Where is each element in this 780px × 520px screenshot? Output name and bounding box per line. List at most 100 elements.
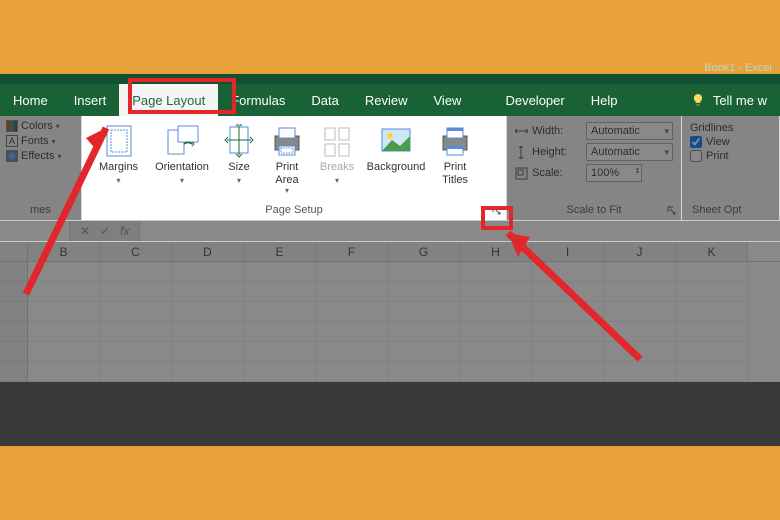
- tab-page-layout[interactable]: Page Layout: [119, 84, 218, 116]
- column-header[interactable]: I: [532, 242, 604, 261]
- cell[interactable]: [172, 342, 244, 362]
- cell[interactable]: [244, 342, 316, 362]
- cell[interactable]: [100, 362, 172, 382]
- cell[interactable]: [172, 262, 244, 282]
- cancel-icon[interactable]: ✕: [80, 224, 90, 238]
- cell[interactable]: [172, 362, 244, 382]
- formula-input[interactable]: [139, 221, 780, 241]
- column-header[interactable]: E: [244, 242, 316, 261]
- cell[interactable]: [676, 342, 748, 362]
- cell[interactable]: [316, 362, 388, 382]
- row-header[interactable]: [0, 302, 28, 322]
- row-header[interactable]: [0, 362, 28, 382]
- cell[interactable]: [172, 282, 244, 302]
- cell[interactable]: [604, 322, 676, 342]
- cell[interactable]: [532, 322, 604, 342]
- tab-data[interactable]: Data: [298, 84, 351, 116]
- cell[interactable]: [460, 262, 532, 282]
- row-header[interactable]: [0, 262, 28, 282]
- width-dropdown[interactable]: Automatic: [586, 122, 673, 140]
- column-header[interactable]: K: [676, 242, 748, 261]
- cell[interactable]: [604, 302, 676, 322]
- cell[interactable]: [676, 322, 748, 342]
- cell[interactable]: [316, 262, 388, 282]
- cell[interactable]: [172, 302, 244, 322]
- cell[interactable]: [460, 302, 532, 322]
- column-header[interactable]: D: [172, 242, 244, 261]
- cell[interactable]: [388, 342, 460, 362]
- size-button[interactable]: Size▾: [217, 122, 261, 195]
- fx-icon[interactable]: fx: [120, 224, 129, 238]
- row-header[interactable]: [0, 282, 28, 302]
- cell[interactable]: [676, 302, 748, 322]
- tab-help[interactable]: Help: [578, 84, 631, 116]
- tab-developer[interactable]: Developer: [492, 84, 577, 116]
- orientation-button[interactable]: Orientation▾: [149, 122, 215, 195]
- cell[interactable]: [100, 322, 172, 342]
- cell[interactable]: [532, 282, 604, 302]
- cell[interactable]: [244, 262, 316, 282]
- cell[interactable]: [388, 362, 460, 382]
- cell[interactable]: [316, 282, 388, 302]
- cell[interactable]: [244, 322, 316, 342]
- gridlines-view-checkbox[interactable]: View: [690, 136, 771, 148]
- column-header[interactable]: F: [316, 242, 388, 261]
- cell[interactable]: [604, 282, 676, 302]
- column-header[interactable]: B: [28, 242, 100, 261]
- worksheet[interactable]: BCDEFGHIJK: [0, 242, 780, 382]
- tab-insert[interactable]: Insert: [61, 84, 120, 116]
- cell[interactable]: [532, 362, 604, 382]
- cell[interactable]: [28, 322, 100, 342]
- tell-me-search[interactable]: Tell me w: [709, 93, 780, 108]
- cell[interactable]: [460, 322, 532, 342]
- cell[interactable]: [28, 362, 100, 382]
- name-box[interactable]: [0, 221, 70, 241]
- background-button[interactable]: Background: [363, 122, 429, 195]
- cell[interactable]: [604, 262, 676, 282]
- row-header[interactable]: [0, 342, 28, 362]
- cell[interactable]: [604, 342, 676, 362]
- cell[interactable]: [100, 282, 172, 302]
- cell[interactable]: [28, 302, 100, 322]
- cell[interactable]: [316, 322, 388, 342]
- cell[interactable]: [172, 322, 244, 342]
- scale-dialog-launcher[interactable]: [665, 204, 679, 218]
- cell[interactable]: [28, 342, 100, 362]
- enter-icon[interactable]: ✓: [100, 224, 110, 238]
- print-area-button[interactable]: Print Area▾: [263, 122, 311, 195]
- cell[interactable]: [532, 342, 604, 362]
- cell[interactable]: [532, 302, 604, 322]
- cell[interactable]: [100, 342, 172, 362]
- margins-button[interactable]: Margins▾: [90, 122, 147, 195]
- page-setup-dialog-launcher[interactable]: [490, 204, 504, 218]
- cell[interactable]: [244, 302, 316, 322]
- cell[interactable]: [460, 362, 532, 382]
- gridlines-print-checkbox[interactable]: Print: [690, 150, 771, 162]
- cell[interactable]: [100, 262, 172, 282]
- effects-dropdown[interactable]: Effects▾: [6, 150, 77, 162]
- cell[interactable]: [388, 322, 460, 342]
- cell[interactable]: [460, 282, 532, 302]
- cell[interactable]: [316, 342, 388, 362]
- cell[interactable]: [244, 282, 316, 302]
- cell[interactable]: [532, 262, 604, 282]
- cell[interactable]: [388, 302, 460, 322]
- column-header[interactable]: H: [460, 242, 532, 261]
- tab-home[interactable]: Home: [0, 84, 61, 116]
- cell[interactable]: [28, 282, 100, 302]
- cell[interactable]: [604, 362, 676, 382]
- column-header[interactable]: G: [388, 242, 460, 261]
- row-header[interactable]: [0, 322, 28, 342]
- height-dropdown[interactable]: Automatic: [586, 143, 673, 161]
- cell[interactable]: [676, 262, 748, 282]
- cell[interactable]: [388, 282, 460, 302]
- print-titles-button[interactable]: Print Titles: [431, 122, 479, 195]
- cell[interactable]: [316, 302, 388, 322]
- scale-spinner[interactable]: 100%: [586, 164, 642, 182]
- breaks-button[interactable]: Breaks▾: [313, 122, 361, 195]
- cell[interactable]: [388, 262, 460, 282]
- column-header[interactable]: J: [604, 242, 676, 261]
- colors-dropdown[interactable]: Colors▾: [6, 120, 77, 132]
- cell[interactable]: [100, 302, 172, 322]
- tab-formulas[interactable]: Formulas: [218, 84, 298, 116]
